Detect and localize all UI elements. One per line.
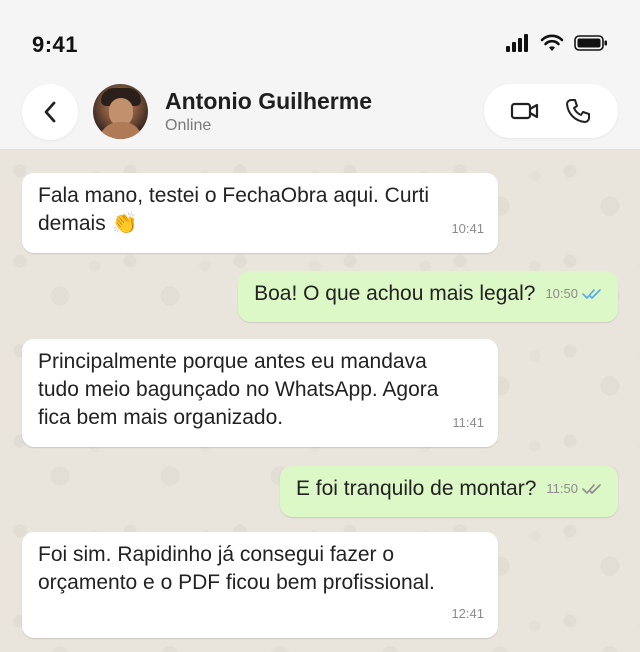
message-time: 10:50 xyxy=(545,286,578,302)
message-list[interactable]: Fala mano, testei o FechaObra aqui. Curt… xyxy=(0,151,640,652)
contact-name[interactable]: Antonio Guilherme xyxy=(165,88,372,115)
message-text: Fala mano, testei o FechaObra aqui. Curt… xyxy=(38,184,430,235)
video-camera-icon xyxy=(510,102,538,120)
back-button[interactable] xyxy=(22,84,78,140)
video-call-button[interactable] xyxy=(505,91,545,131)
message-meta: 11:50 xyxy=(546,475,604,503)
message-text: Foi sim. Rapidinho já consegui fazer o o… xyxy=(38,543,435,594)
call-actions xyxy=(484,84,618,138)
message-text: Principalmente porque antes eu mandava t… xyxy=(38,350,439,429)
status-icons xyxy=(506,34,608,52)
clock: 9:41 xyxy=(32,32,79,57)
message-time: 11:41 xyxy=(452,415,484,430)
double-check-icon xyxy=(582,484,601,495)
phone-icon xyxy=(565,99,590,123)
contact-avatar[interactable] xyxy=(93,84,148,139)
message-outgoing[interactable]: E foi tranquilo de montar? 11:50 xyxy=(279,466,618,517)
message-incoming[interactable]: Fala mano, testei o FechaObra aqui. Curt… xyxy=(22,173,498,253)
battery-icon xyxy=(574,35,607,51)
voice-call-button[interactable] xyxy=(558,91,598,131)
message-time: 12:41 xyxy=(451,606,484,621)
message-meta: 10:50 xyxy=(545,280,604,308)
status-bar: 9:41 xyxy=(0,0,640,80)
message-incoming[interactable]: Principalmente porque antes eu mandava t… xyxy=(22,339,498,447)
message-text: Boa! O que achou mais legal? xyxy=(254,282,536,305)
double-check-read-icon xyxy=(582,289,601,300)
message-time: 11:50 xyxy=(546,481,578,497)
signal-icon xyxy=(506,34,528,52)
chevron-left-icon xyxy=(44,101,56,123)
contact-status: Online xyxy=(165,117,212,134)
message-incoming[interactable]: Foi sim. Rapidinho já consegui fazer o o… xyxy=(22,532,498,638)
message-text: E foi tranquilo de montar? xyxy=(295,477,537,500)
message-time: 10:41 xyxy=(451,221,484,236)
chat-header: 9:41 Antonio Guilherme Online xyxy=(0,0,640,150)
message-outgoing[interactable]: Boa! O que achou mais legal? 10:50 xyxy=(238,271,618,322)
wifi-icon xyxy=(540,34,564,51)
chat-nav: Antonio Guilherme Online xyxy=(0,82,640,140)
